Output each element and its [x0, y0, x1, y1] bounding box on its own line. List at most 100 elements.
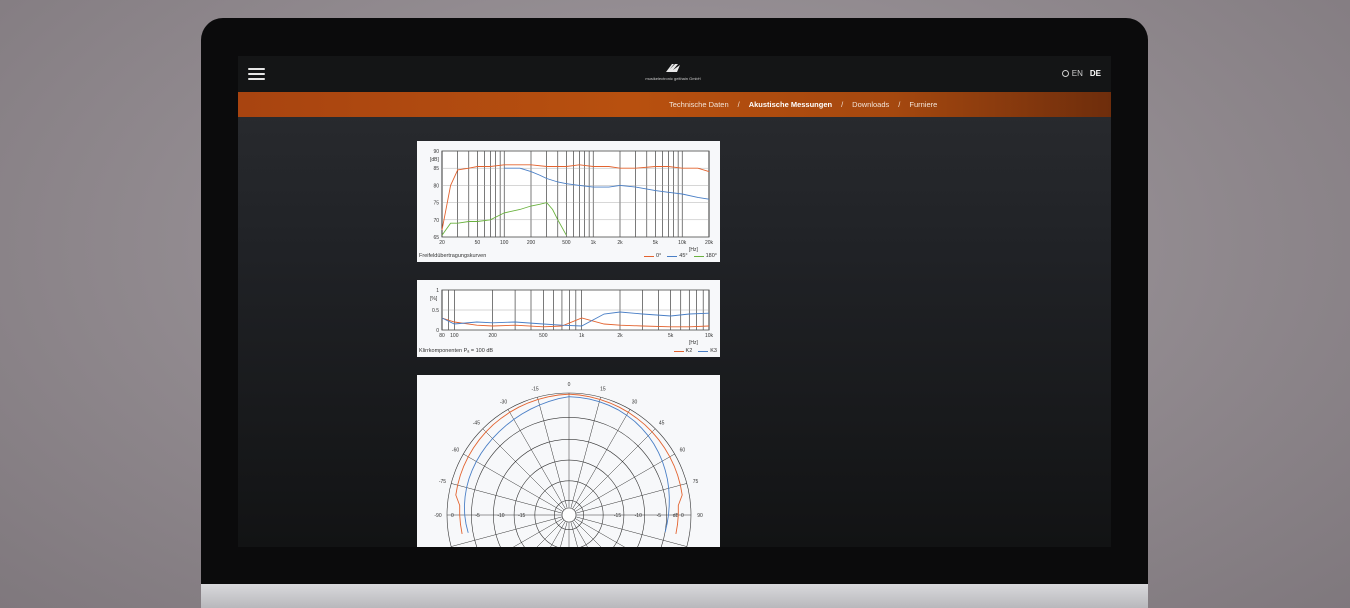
- x-tick-label: 500: [539, 333, 548, 339]
- radial-label: -5: [475, 513, 480, 519]
- lang-en[interactable]: EN: [1072, 69, 1083, 78]
- angle-label: -90: [434, 513, 441, 519]
- x-tick-label: 100: [500, 240, 509, 246]
- polar-spoke: [573, 428, 656, 511]
- logo[interactable]: musikelectronic geithain GmbH: [633, 62, 713, 88]
- angle-label: 75: [693, 479, 699, 485]
- polar-spoke: [575, 516, 687, 547]
- nav-separator: /: [737, 100, 740, 109]
- polar-spoke: [507, 409, 566, 510]
- x-tick-label: 5k: [653, 240, 659, 246]
- legend-item: K2: [685, 348, 693, 354]
- x-tick-label: 10k: [678, 240, 687, 246]
- radial-label: 0: [681, 513, 684, 519]
- polar-spoke: [570, 397, 601, 509]
- sub-navigation: Technische Daten / Akustische Messungen …: [238, 92, 1111, 117]
- monitor-chin: [201, 584, 1148, 608]
- angle-label: 15: [600, 386, 606, 392]
- menu-icon[interactable]: [248, 68, 265, 80]
- nav-technische-daten[interactable]: Technische Daten: [669, 100, 729, 109]
- y-tick-label: 80: [433, 183, 439, 189]
- frequency-response-plot: 65707580859020 50 100 200 500 1k 2k 5k 10k 20k[dB…: [430, 149, 714, 253]
- plot-area: [441, 150, 710, 238]
- y-tick-label: 90: [433, 149, 439, 155]
- angle-label: 30: [632, 400, 638, 406]
- chart-legend: K2 K3: [673, 348, 717, 354]
- legend-item: K3: [710, 348, 717, 354]
- y-tick-label: 75: [433, 201, 439, 207]
- x-tick-label: 5k: [668, 333, 674, 339]
- polar-spoke: [572, 409, 631, 510]
- y-axis-label: [dB]: [430, 157, 440, 163]
- language-switcher: EN DE: [1061, 69, 1101, 78]
- x-tick-label: 1k: [591, 240, 597, 246]
- x-tick-label: 20k: [705, 240, 714, 246]
- polar-spoke: [573, 519, 602, 547]
- angle-label: -45: [473, 420, 480, 426]
- radial-label: -15: [518, 513, 525, 519]
- polar-spoke: [451, 483, 563, 514]
- nav-separator: /: [898, 100, 901, 109]
- chart-title: Klirrkomponenten Pₐ = 100 dB: [419, 348, 494, 354]
- polar-spoke: [574, 518, 625, 547]
- polar-spoke: [536, 519, 565, 547]
- angle-label: -60: [452, 448, 459, 454]
- chart-legend: 0° 45° 180°: [644, 253, 717, 259]
- x-tick-label: 500: [562, 240, 571, 246]
- legend-item: 0°: [656, 253, 662, 259]
- nav-separator: /: [841, 100, 844, 109]
- polar-spoke: [575, 483, 687, 514]
- x-tick-label: 10k: [705, 333, 714, 339]
- nav-downloads[interactable]: Downloads: [852, 100, 889, 109]
- x-tick-label: 2k: [617, 333, 623, 339]
- x-tick-label: 20: [439, 240, 445, 246]
- x-tick-label: 1k: [579, 333, 585, 339]
- polar-spoke: [550, 520, 566, 547]
- y-tick-label: 85: [433, 166, 439, 172]
- radial-label: 0: [451, 513, 454, 519]
- angle-label: -30: [500, 400, 507, 406]
- nav-furniere[interactable]: Furniere: [909, 100, 937, 109]
- angle-label: 90: [697, 513, 703, 519]
- polar-spoke: [482, 428, 565, 511]
- radial-label: -15: [614, 513, 621, 519]
- polar-chart: 0 15 30 45 60 75 90 -15 -30 -45 -60 -75 -90 0 0 -5 -5 -10…: [417, 375, 720, 547]
- x-tick-label: 2k: [617, 240, 623, 246]
- logo-icon: [666, 64, 680, 72]
- angle-label: 0: [568, 382, 571, 388]
- top-bar: musikelectronic geithain GmbH EN DE: [238, 56, 1111, 92]
- chart-title: Freifeldübertragungskurven: [419, 253, 487, 259]
- x-tick-label: 100: [450, 333, 459, 339]
- polar-spoke: [513, 518, 564, 547]
- legend-item: 180°: [705, 253, 717, 259]
- legend-item: 45°: [679, 253, 688, 259]
- distortion-chart: 0 0.5 1 80 100 200 500 1k 2k 5k 10k [%] [Hz] Klirrko…: [417, 280, 720, 357]
- y-tick-label: 70: [433, 218, 439, 224]
- globe-icon: [1061, 70, 1069, 77]
- y-axis-label: [%]: [430, 296, 438, 302]
- radial-label: -10: [497, 513, 504, 519]
- polar-spoke: [572, 520, 588, 547]
- x-tick-label: 80: [439, 333, 445, 339]
- y-tick-label: 1: [436, 288, 439, 294]
- angle-label: -15: [531, 386, 538, 392]
- y-tick-label: 0.5: [432, 308, 439, 314]
- x-axis-label: [Hz]: [689, 340, 699, 346]
- polar-plot: 0 15 30 45 60 75 90 -15 -30 -45 -60 -75 -90 0 0 -5 -5 -10…: [434, 382, 703, 547]
- polar-spoke: [574, 453, 675, 512]
- polar-spoke: [463, 453, 564, 512]
- lang-de[interactable]: DE: [1090, 69, 1101, 78]
- x-tick-label: 50: [475, 240, 481, 246]
- screen: musikelectronic geithain GmbH EN DE Tech…: [238, 56, 1111, 547]
- polar-spoke: [537, 397, 568, 509]
- angle-label: 60: [680, 448, 686, 454]
- x-tick-label: 200: [488, 333, 497, 339]
- distortion-plot: 00.5180 100 200 500 1k 2k 5k 10k[%][Hz]: [430, 288, 714, 346]
- nav-akustische-messungen[interactable]: Akustische Messungen: [749, 100, 832, 109]
- radial-label: -5: [657, 513, 662, 519]
- x-tick-label: 200: [527, 240, 536, 246]
- polar-center: [561, 507, 577, 523]
- frequency-response-chart: 65 70 75 80 85 90 20 50 100 200 500 1k 2k 5k 10k 20k [dB…: [417, 141, 720, 262]
- logo-text: musikelectronic geithain GmbH: [645, 76, 701, 81]
- angle-label: 45: [659, 420, 665, 426]
